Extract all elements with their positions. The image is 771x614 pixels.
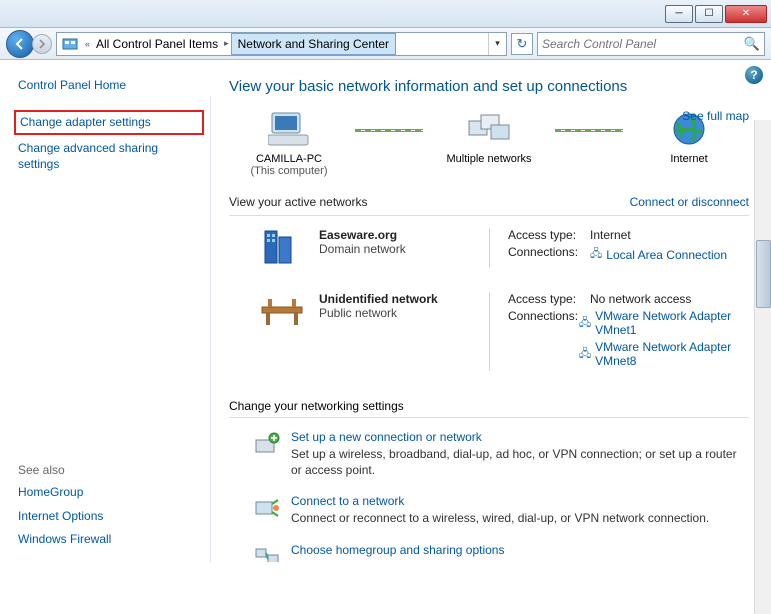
map-internet-label: Internet — [670, 153, 707, 165]
net1-conn-link[interactable]: 🖧Local Area Connection — [590, 245, 727, 264]
window-titlebar: ─ ☐ ✕ — [0, 0, 771, 28]
refresh-button[interactable]: ↻ — [511, 33, 533, 55]
control-panel-icon — [60, 34, 80, 54]
search-input[interactable] — [542, 37, 744, 51]
map-pc-sub: (This computer) — [250, 165, 327, 177]
refresh-icon: ↻ — [517, 36, 528, 52]
address-dropdown[interactable]: ▾ — [488, 33, 506, 55]
see-also-heading: See also — [18, 463, 200, 477]
net2-conn-label: Connections: — [508, 309, 579, 337]
change-settings-heading: Change your networking settings — [229, 399, 749, 413]
map-node-pc: CAMILLA-PC (This computer) — [229, 109, 349, 177]
net1-access-label: Access type: — [508, 228, 590, 242]
network-map: See full map CAMILLA-PC (This computer) … — [229, 109, 749, 177]
network-block-unidentified: Unidentified network Public network Acce… — [229, 284, 749, 387]
address-bar-row: « All Control Panel Items ▸ Network and … — [0, 28, 771, 60]
nav-buttons — [6, 30, 52, 58]
net1-conn-label: Connections: — [508, 245, 590, 264]
option-setup-connection: Set up a new connection or network Set u… — [229, 424, 749, 488]
connect-disconnect-link[interactable]: Connect or disconnect — [630, 195, 749, 209]
setup-connection-icon — [253, 430, 281, 458]
net2-access-val: No network access — [590, 292, 691, 306]
breadcrumb-network-center[interactable]: Network and Sharing Center — [231, 33, 396, 55]
sidebar-home[interactable]: Control Panel Home — [18, 74, 200, 98]
chevron-down-icon: ▾ — [495, 38, 500, 49]
main-area: Control Panel Home Change adapter settin… — [0, 60, 771, 562]
net2-conn-link2[interactable]: 🖧VMware Network Adapter VMnet8 — [579, 340, 749, 368]
network1-type: Domain network — [319, 242, 489, 256]
connect-network-icon — [253, 494, 281, 522]
homegroup-link[interactable]: Choose homegroup and sharing options — [291, 543, 749, 557]
sidebar-adapter-settings[interactable]: Change adapter settings — [14, 110, 204, 136]
connection-icon: 🖧 — [579, 345, 591, 364]
active-networks-header: View your active networks Connect or dis… — [229, 195, 749, 209]
content-pane: ? View your basic network information an… — [211, 60, 771, 562]
breadcrumb-all-items[interactable]: All Control Panel Items — [92, 33, 222, 55]
network2-type: Public network — [319, 306, 489, 320]
forward-arrow-icon — [37, 39, 47, 49]
sidebar-advanced-sharing[interactable]: Change advanced sharing settings — [18, 137, 200, 176]
map-connector-icon — [555, 129, 623, 132]
maximize-button[interactable]: ☐ — [695, 5, 723, 23]
close-icon: ✕ — [742, 8, 750, 19]
setup-connection-link[interactable]: Set up a new connection or network — [291, 430, 749, 444]
see-full-map-link[interactable]: See full map — [682, 109, 749, 123]
address-bar[interactable]: « All Control Panel Items ▸ Network and … — [56, 32, 507, 56]
net2-access-label: Access type: — [508, 292, 590, 306]
map-node-multi: Multiple networks — [429, 109, 549, 165]
sidebar-homegroup[interactable]: HomeGroup — [18, 481, 200, 505]
search-box[interactable]: 🔍 — [537, 32, 765, 56]
back-arrow-icon — [13, 37, 27, 51]
active-networks-title: View your active networks — [229, 195, 368, 209]
breadcrumb-sep-icon: « — [83, 39, 92, 49]
computer-icon — [266, 109, 312, 149]
multiple-networks-icon — [466, 109, 512, 149]
sidebar: Control Panel Home Change adapter settin… — [0, 60, 210, 562]
page-title: View your basic network information and … — [229, 78, 749, 95]
map-connector-icon — [355, 129, 423, 132]
option-connect-network: Connect to a network Connect or reconnec… — [229, 488, 749, 536]
close-button[interactable]: ✕ — [725, 5, 767, 23]
sidebar-windows-firewall[interactable]: Windows Firewall — [18, 528, 200, 552]
search-icon[interactable]: 🔍 — [744, 36, 760, 52]
net1-access-val: Internet — [590, 228, 631, 242]
map-multi-label: Multiple networks — [447, 153, 532, 165]
minimize-icon: ─ — [675, 8, 682, 19]
minimize-button[interactable]: ─ — [665, 5, 693, 23]
connection-icon: 🖧 — [579, 314, 591, 333]
network1-name: Easeware.org — [319, 228, 489, 242]
connect-network-desc: Connect or reconnect to a wireless, wire… — [291, 510, 749, 526]
public-network-icon — [259, 292, 305, 332]
sidebar-internet-options[interactable]: Internet Options — [18, 505, 200, 529]
connect-network-link[interactable]: Connect to a network — [291, 494, 749, 508]
scrollbar-track[interactable] — [754, 120, 771, 614]
network-block-easeware: Easeware.org Domain network Access type:… — [229, 220, 749, 284]
net2-conn-link1[interactable]: 🖧VMware Network Adapter VMnet1 — [579, 309, 749, 337]
connection-icon: 🖧 — [590, 245, 602, 264]
setup-connection-desc: Set up a wireless, broadband, dial-up, a… — [291, 446, 749, 478]
maximize-icon: ☐ — [705, 8, 714, 19]
domain-network-icon — [259, 228, 305, 268]
help-button[interactable]: ? — [745, 66, 763, 84]
map-pc-name: CAMILLA-PC — [256, 153, 322, 165]
forward-button[interactable] — [32, 34, 52, 54]
help-icon: ? — [750, 68, 757, 82]
change-settings-section: Change your networking settings Set up a… — [229, 399, 749, 562]
homegroup-icon — [253, 543, 281, 562]
option-homegroup: Choose homegroup and sharing options — [229, 537, 749, 562]
network2-name: Unidentified network — [319, 292, 489, 306]
scrollbar-thumb[interactable] — [756, 240, 771, 308]
back-button[interactable] — [6, 30, 34, 58]
breadcrumb-chevron-icon: ▸ — [222, 38, 231, 49]
